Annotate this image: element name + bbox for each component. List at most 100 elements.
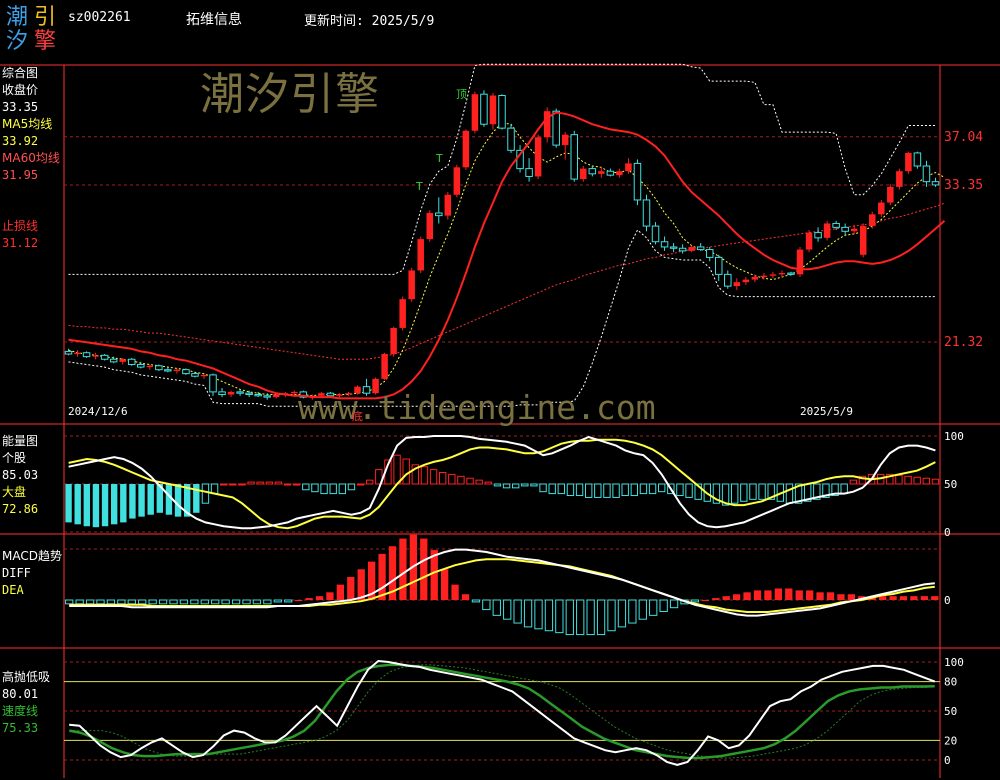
lower-band-line bbox=[68, 229, 936, 407]
candle-body-down bbox=[787, 272, 795, 275]
macd-bar bbox=[544, 599, 554, 632]
energy-bar bbox=[502, 483, 511, 489]
macd-bar bbox=[347, 576, 355, 600]
macd-bar bbox=[753, 590, 762, 600]
candle-body-up bbox=[823, 223, 831, 238]
macd-bar bbox=[785, 588, 793, 600]
energy-bar bbox=[201, 483, 210, 504]
candle-body-up bbox=[227, 391, 235, 395]
energy-bar bbox=[174, 484, 182, 517]
speed-label: 速度线 bbox=[2, 704, 39, 718]
energy-bar bbox=[475, 479, 483, 485]
candle-body-up bbox=[74, 352, 81, 355]
energy-tick-label: 50 bbox=[944, 478, 957, 491]
macd-bar bbox=[701, 600, 710, 601]
macd-bar bbox=[273, 599, 282, 603]
kdj-panel bbox=[69, 659, 936, 766]
candle-body-down bbox=[642, 199, 651, 227]
energy-stock-label: 个股 bbox=[2, 451, 27, 465]
candle-body-up bbox=[859, 226, 867, 255]
macd-bar bbox=[461, 594, 470, 600]
energy-bar bbox=[402, 458, 410, 485]
macd-title: MACD趋势 bbox=[2, 549, 62, 563]
candle-body-up bbox=[887, 186, 894, 203]
macd-bar bbox=[669, 599, 679, 609]
macd-bar bbox=[617, 599, 627, 628]
candle-body-up bbox=[850, 228, 858, 232]
energy-bar bbox=[466, 477, 474, 485]
candle-body-up bbox=[760, 275, 768, 277]
energy-bar bbox=[320, 483, 328, 495]
energy-bar bbox=[557, 483, 566, 495]
main-price-panel bbox=[64, 63, 946, 407]
energy-bar bbox=[621, 483, 629, 497]
energy-bar bbox=[347, 483, 356, 491]
candle-body-up bbox=[769, 274, 777, 276]
candle-body-up bbox=[796, 249, 804, 275]
candle-body-up bbox=[733, 282, 741, 287]
macd-bar bbox=[534, 599, 543, 630]
macd-bar bbox=[148, 599, 157, 605]
macd-bar bbox=[816, 592, 824, 600]
energy-bar bbox=[229, 483, 237, 486]
energy-bar bbox=[457, 475, 465, 485]
energy-bar bbox=[566, 483, 575, 497]
candle-body-down bbox=[814, 232, 822, 239]
macd-bar bbox=[899, 596, 908, 600]
energy-bar bbox=[83, 484, 91, 527]
ma60-label: MA60均线 bbox=[2, 151, 60, 165]
candle-body-up bbox=[272, 394, 280, 398]
logo-char-1: 潮 bbox=[6, 5, 29, 30]
candle-body-down bbox=[245, 392, 253, 395]
macd-panel bbox=[65, 534, 939, 636]
energy-bar bbox=[904, 475, 912, 485]
energy-bar bbox=[548, 483, 556, 495]
candle-body-down bbox=[182, 369, 190, 375]
candle-body-up bbox=[390, 327, 397, 355]
macd-bar bbox=[357, 569, 365, 600]
candle-body-up bbox=[92, 355, 99, 357]
candle-body-up bbox=[453, 167, 461, 195]
candle-body-down bbox=[714, 256, 723, 275]
macd-bar bbox=[586, 599, 595, 636]
macd-bar bbox=[774, 588, 783, 600]
macd-bar bbox=[889, 596, 897, 600]
energy-bar bbox=[238, 483, 246, 486]
energy-bar bbox=[329, 483, 337, 495]
macd-bar bbox=[931, 596, 939, 600]
candle-body-down bbox=[913, 152, 922, 167]
brand-logo: 潮 引 汐 擎 bbox=[4, 4, 60, 54]
logo-char-4: 擎 bbox=[34, 29, 57, 54]
energy-bar bbox=[292, 483, 301, 486]
candle-body-down bbox=[498, 95, 506, 129]
energy-bar bbox=[283, 483, 292, 486]
macd-bar bbox=[847, 594, 856, 600]
candle-body-down bbox=[127, 358, 136, 365]
candle-body-down bbox=[705, 249, 714, 258]
stop-loss-label: 止损线 bbox=[2, 219, 39, 233]
candle-body-up bbox=[444, 194, 452, 216]
macd-bar bbox=[805, 590, 814, 600]
candle-body-down bbox=[588, 168, 597, 175]
macd-bar bbox=[451, 584, 459, 600]
macd-bar bbox=[378, 553, 386, 600]
candle-body-up bbox=[200, 374, 208, 377]
macd-bar bbox=[138, 599, 147, 605]
energy-bar bbox=[657, 483, 666, 493]
close-value: 33.35 bbox=[2, 100, 39, 114]
macd-bar bbox=[336, 584, 345, 600]
candle-body-down bbox=[832, 222, 840, 228]
kdj-tick-label: 80 bbox=[944, 676, 957, 689]
macd-bar bbox=[576, 599, 585, 636]
energy-bar bbox=[749, 483, 757, 500]
candle-body-down bbox=[678, 247, 687, 252]
macd-bar bbox=[211, 599, 220, 605]
energy-bar bbox=[74, 484, 81, 525]
energy-bar bbox=[65, 484, 72, 523]
candle-body-up bbox=[580, 168, 587, 180]
dea-line bbox=[69, 558, 935, 613]
energy-bar bbox=[256, 481, 264, 485]
close-label: 收盘价 bbox=[2, 83, 39, 97]
candle-body-down bbox=[209, 374, 217, 393]
price-tick-label: 33.35 bbox=[944, 178, 983, 193]
